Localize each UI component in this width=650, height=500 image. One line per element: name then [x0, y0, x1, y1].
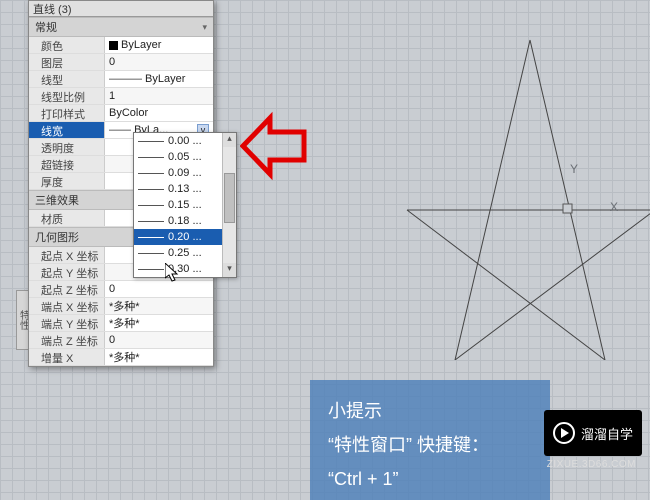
lineweight-dropdown[interactable]: 0.00 ... 0.05 ... 0.09 ... 0.13 ... 0.15…: [133, 132, 237, 278]
prop-label: 线型比例: [29, 88, 105, 104]
prop-row: 端点 X 坐标*多种*: [29, 298, 213, 315]
properties-panel: 直线 (3) 常规 颜色ByLayer 图层0 线型———ByLayer 线型比…: [28, 0, 214, 367]
prop-label: 起点 Y 坐标: [29, 264, 105, 280]
scroll-up-icon[interactable]: ▴: [223, 133, 236, 147]
prop-label: 厚度: [29, 173, 105, 189]
dropdown-item[interactable]: 0.25 ...: [134, 245, 236, 261]
prop-row: 图层0: [29, 54, 213, 71]
prop-label: 增量 X: [29, 349, 105, 365]
dropdown-item[interactable]: 0.09 ...: [134, 165, 236, 181]
prop-value[interactable]: 1: [105, 88, 213, 104]
dropdown-item[interactable]: 0.20 ...: [134, 229, 236, 245]
tip-overlay: 小提示 “特性窗口” 快捷键： “Ctrl + 1”: [310, 380, 550, 500]
prop-label: 超链接: [29, 156, 105, 172]
prop-label: 端点 Y 坐标: [29, 315, 105, 331]
dropdown-item[interactable]: 0.13 ...: [134, 181, 236, 197]
prop-row: 增量 X*多种*: [29, 349, 213, 366]
dropdown-scrollbar[interactable]: ▴ ▾: [222, 133, 236, 277]
prop-value[interactable]: 0: [105, 54, 213, 70]
panel-header: 直线 (3): [29, 1, 213, 17]
dropdown-item[interactable]: 0.18 ...: [134, 213, 236, 229]
prop-value[interactable]: *多种*: [105, 349, 213, 365]
prop-value[interactable]: *多种*: [105, 298, 213, 314]
prop-value[interactable]: ByColor: [105, 105, 213, 121]
prop-row: 端点 Y 坐标*多种*: [29, 315, 213, 332]
prop-row: 起点 Z 坐标0: [29, 281, 213, 298]
watermark-logo: 溜溜自学: [544, 410, 642, 456]
prop-label: 端点 Z 坐标: [29, 332, 105, 348]
prop-label: 线宽: [29, 122, 105, 138]
prop-value[interactable]: 0: [105, 332, 213, 348]
panel-title: 直线 (3): [33, 1, 72, 17]
prop-label: 图层: [29, 54, 105, 70]
dropdown-item[interactable]: 0.15 ...: [134, 197, 236, 213]
prop-label: 颜色: [29, 37, 105, 53]
scroll-thumb[interactable]: [224, 173, 235, 223]
prop-row: 线型比例1: [29, 88, 213, 105]
tip-line: “Ctrl + 1”: [328, 462, 532, 496]
dropdown-item[interactable]: 0.00 ...: [134, 133, 236, 149]
dropdown-item[interactable]: 0.30 ...: [134, 261, 236, 277]
prop-value[interactable]: ByLayer: [105, 37, 213, 53]
prop-row: 颜色ByLayer: [29, 37, 213, 54]
prop-label: 端点 X 坐标: [29, 298, 105, 314]
color-swatch-icon: [109, 41, 118, 50]
prop-label: 起点 Z 坐标: [29, 281, 105, 297]
prop-label: 材质: [29, 210, 105, 226]
prop-label: 打印样式: [29, 105, 105, 121]
section-header-general[interactable]: 常规: [29, 17, 213, 37]
tip-line: “特性窗口” 快捷键：: [328, 428, 532, 462]
star-drawing: [395, 20, 650, 360]
scroll-down-icon[interactable]: ▾: [223, 263, 236, 277]
prop-label: 透明度: [29, 139, 105, 155]
prop-row: 端点 Z 坐标0: [29, 332, 213, 349]
prop-row: 线型———ByLayer: [29, 71, 213, 88]
axis-x-label: X: [610, 200, 618, 214]
prop-value[interactable]: *多种*: [105, 315, 213, 331]
prop-value[interactable]: ———ByLayer: [105, 71, 213, 87]
watermark-subtext: ZIXUE.3D66.COM: [547, 459, 636, 470]
prop-label: 起点 X 坐标: [29, 247, 105, 263]
axis-y-label: Y: [570, 162, 578, 176]
selection-grip[interactable]: [563, 204, 572, 213]
watermark-text: 溜溜自学: [581, 424, 633, 443]
prop-row: 打印样式ByColor: [29, 105, 213, 122]
red-callout-arrow: [240, 106, 310, 186]
prop-label: 线型: [29, 71, 105, 87]
play-icon: [553, 422, 575, 444]
dropdown-item[interactable]: 0.05 ...: [134, 149, 236, 165]
tip-title: 小提示: [328, 394, 532, 428]
prop-value[interactable]: 0: [105, 281, 213, 297]
